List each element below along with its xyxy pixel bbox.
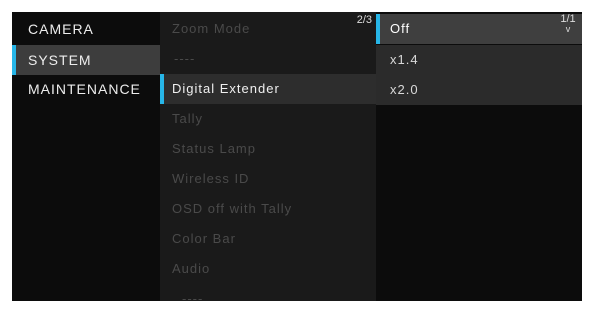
main-menu-item-maintenance[interactable]: MAINTENANCE [12,74,160,104]
sub-menu-item-wireless-id: Wireless ID [160,164,376,194]
chevron-down-icon: v [565,24,571,34]
main-menu-item-label: CAMERA [28,21,94,37]
sub-menu-item-osd-off-with-tally: OSD off with Tally [160,194,376,224]
sub-menu-item-placeholder: ---- [160,44,376,74]
main-menu-item-label: MAINTENANCE [28,81,141,97]
sub-menu-item-color-bar: Color Bar [160,224,376,254]
options-list: Off x1.4 x2.0 1/1 v [376,12,582,301]
main-menu-item-system[interactable]: SYSTEM [12,45,160,75]
sub-menu-item-label: Digital Extender [172,81,280,96]
option-label: Off [390,21,411,36]
main-menu-item-label: SYSTEM [28,52,92,68]
sub-menu-item-label: ---- [182,291,204,301]
sub-menu-item-label: Status Lamp [172,141,256,156]
option-label: x2.0 [390,82,419,97]
options-page-indicator: 1/1 v [560,14,576,34]
option-x2-0[interactable]: x2.0 [376,75,582,105]
option-x1-4[interactable]: x1.4 [376,45,582,75]
sub-menu-item-audio: Audio [160,254,376,284]
option-label: x1.4 [390,52,419,67]
sub-menu-item-label: Wireless ID [172,171,250,186]
sub-menu-item-status-lamp: Status Lamp [160,134,376,164]
main-menu: CAMERA SYSTEM MAINTENANCE [12,12,160,301]
option-off[interactable]: Off [376,14,582,44]
sub-menu-item-label: ---- [174,51,196,66]
sub-menu-item-zoom-mode: Zoom Mode [160,14,376,44]
sub-menu-item-label: Zoom Mode [172,21,251,36]
sub-menu-item-tally: Tally [160,104,376,134]
sub-menu-item-label: OSD off with Tally [172,201,293,216]
sub-menu-item-placeholder: ---- [160,284,376,301]
sub-menu-item-label: Color Bar [172,231,236,246]
sub-menu-item-digital-extender[interactable]: Digital Extender [160,74,376,104]
main-menu-item-camera[interactable]: CAMERA [12,14,160,44]
sub-menu-item-label: Audio [172,261,211,276]
sub-menu-item-label: Tally [172,111,204,126]
osd-menu-screen: CAMERA SYSTEM MAINTENANCE 2/3 Zoom Mode … [12,12,582,301]
sub-menu: 2/3 Zoom Mode ---- Digital Extender Tall… [160,12,376,301]
